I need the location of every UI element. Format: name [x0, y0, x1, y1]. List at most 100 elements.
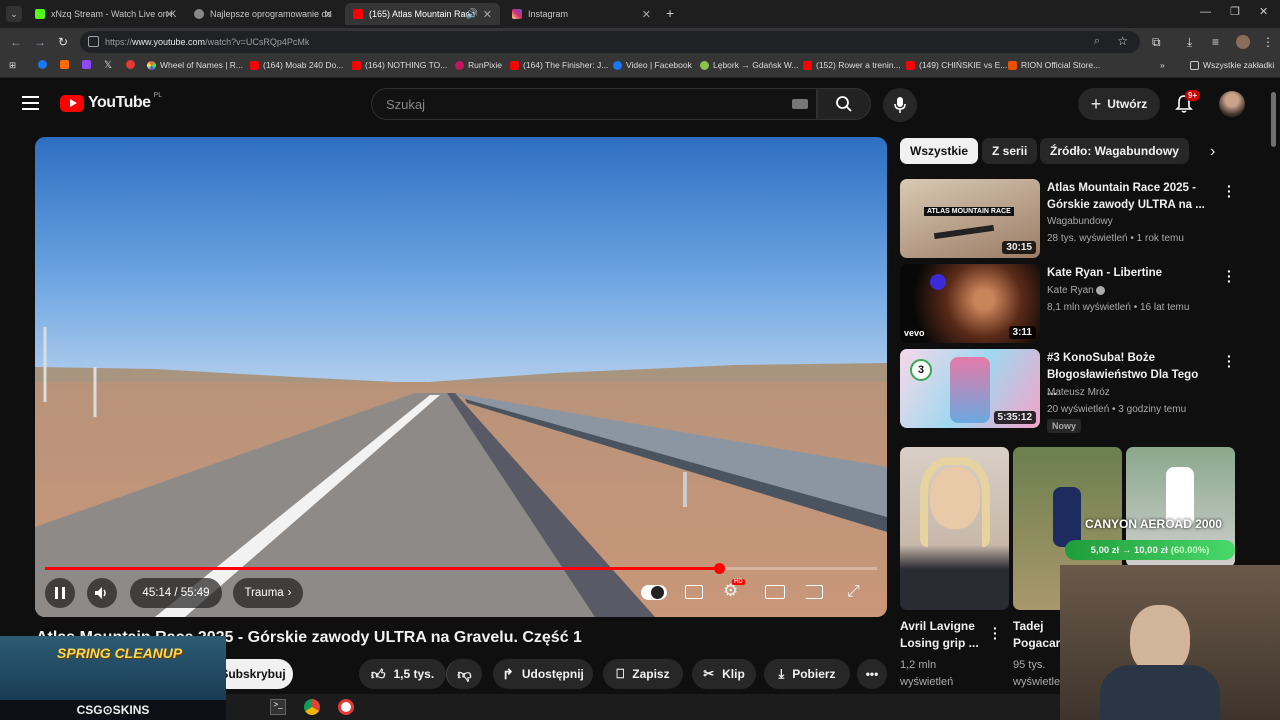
bookmark-runpixie[interactable]: RunPixie [455, 60, 502, 70]
bookmark-rion[interactable]: RION Official Store... [1008, 60, 1100, 70]
app-icon[interactable] [338, 699, 354, 715]
bookmark-lebork-gdansk[interactable]: Lębork → Gdańsk W... [700, 60, 799, 70]
site-info-icon[interactable] [88, 36, 99, 47]
bookmark-chinskie[interactable]: (149) CHIŃSKIE vs E... [906, 60, 1007, 70]
more-vertical-icon[interactable]: · · · [1227, 264, 1232, 288]
close-icon[interactable]: ✕ [642, 8, 651, 21]
download-button[interactable]: ⤓ Pobierz [764, 659, 850, 689]
voice-search-button[interactable] [883, 88, 917, 122]
channel-name[interactable]: Kate Ryan [1047, 282, 1106, 299]
bookmark-the-finisher[interactable]: (164) The Finisher: J... [510, 60, 608, 70]
video-thumbnail[interactable]: ATLAS MOUNTAIN RACE 30:15 [900, 179, 1040, 258]
hamburger-menu-icon[interactable] [22, 96, 39, 110]
short-thumbnail-avril[interactable] [900, 447, 1009, 610]
restore-button[interactable]: ❐ [1230, 5, 1240, 18]
search-icon [836, 96, 852, 112]
close-icon[interactable]: ✕ [165, 8, 174, 21]
window-close-button[interactable]: ✕ [1259, 5, 1268, 18]
youtube-header: YouTube PL Szukaj + Utwórz 9+ [0, 78, 1280, 130]
more-actions-button[interactable]: ••• [857, 659, 887, 689]
bookmark-wheel-of-names[interactable]: Wheel of Names | R... [147, 60, 243, 70]
all-bookmarks-folder[interactable]: Wszystkie zakładki [1190, 60, 1274, 70]
reload-icon[interactable]: ↻ [58, 35, 68, 49]
video-player[interactable]: 45:14 / 55:49 Trauma › ⚙ HD ⤢ [35, 137, 887, 617]
theater-mode-icon[interactable] [765, 585, 785, 599]
bookmark-nothing-to[interactable]: (164) NOTHING TO... [352, 60, 447, 70]
apps-icon[interactable]: ⊞ [9, 60, 16, 71]
progress-bar[interactable] [45, 563, 877, 574]
video-title-link[interactable]: Kate Ryan - Libertine [1047, 265, 1207, 282]
forward-icon[interactable]: → [34, 35, 46, 49]
bookmark-rower[interactable]: (152) Rower a trenin... [803, 60, 901, 70]
tab-software[interactable]: Najlepsze oprogramowanie do ✕ [186, 3, 341, 25]
profile-avatar[interactable] [1236, 35, 1250, 49]
settings-gear-icon[interactable]: ⚙ HD [723, 579, 745, 601]
dislike-button[interactable]: 👎︎ [446, 659, 482, 689]
terminal-icon[interactable]: >_ [270, 699, 286, 715]
tab-instagram[interactable]: Instagram ✕ [504, 3, 659, 25]
download-icon[interactable]: ⤓ [1187, 35, 1192, 50]
bookmark-moab[interactable]: (164) Moab 240 Do... [250, 60, 343, 70]
account-avatar[interactable] [1219, 91, 1245, 117]
bookmark-icon[interactable] [60, 60, 73, 69]
media-icon[interactable]: ≡ [1212, 35, 1219, 49]
facebook-bookmark[interactable] [38, 60, 51, 69]
pause-button[interactable] [45, 578, 75, 608]
close-icon[interactable]: ✕ [483, 8, 492, 21]
x-bookmark[interactable]: 𝕏 [104, 60, 112, 71]
chrome-icon[interactable] [304, 699, 320, 715]
extensions-icon[interactable]: ⧉ [1152, 35, 1161, 50]
chip-all[interactable]: Wszystkie [900, 138, 979, 164]
short-title[interactable]: Avril Lavigne Losing grip ... [900, 618, 990, 652]
plus-icon: + [1090, 93, 1102, 114]
hair-shape [920, 457, 990, 547]
tab-youtube[interactable]: (165) Atlas Mountain Race 🔊 ✕ [345, 3, 500, 25]
fullscreen-icon[interactable]: ⤢ [847, 583, 860, 601]
cast-icon[interactable] [805, 585, 823, 599]
create-button[interactable]: + Utwórz [1078, 88, 1160, 120]
more-vertical-icon[interactable]: · · · [1227, 179, 1232, 203]
more-vertical-icon[interactable]: · · · [1227, 349, 1232, 373]
video-title-link[interactable]: Atlas Mountain Race 2025 - Górskie zawod… [1047, 180, 1207, 214]
like-button[interactable]: 👍︎ 1,5 tys. [359, 659, 446, 689]
url-input[interactable]: https://www.youtube.com/watch?v=UCsRQp4P… [80, 31, 1140, 53]
tab-kick[interactable]: xNzq Stream - Watch Live on K ✕ [27, 3, 182, 25]
chapter-button[interactable]: Trauma › [233, 578, 303, 608]
video-thumbnail[interactable]: vevo 3:11 [900, 264, 1040, 343]
taskbar: >_ [226, 694, 1060, 720]
youtube-logo[interactable]: YouTube PL [60, 92, 162, 112]
autoplay-toggle[interactable] [641, 585, 667, 600]
search-button[interactable] [817, 88, 871, 120]
page-scrollbar[interactable] [1271, 92, 1276, 147]
keyboard-icon[interactable] [792, 99, 808, 109]
channel-name[interactable]: Wagabundowy [1047, 213, 1113, 230]
volume-button[interactable] [87, 578, 117, 608]
save-button[interactable]: ⎕ Zapisz [603, 659, 683, 689]
close-icon[interactable]: ✕ [324, 8, 333, 21]
menu-icon[interactable]: ⋮ [1262, 35, 1274, 49]
new-tab-button[interactable]: + [666, 5, 674, 21]
chip-source[interactable]: Źródło: Wagabundowy [1040, 138, 1189, 164]
clip-button[interactable]: ✂ Klip [692, 659, 756, 689]
more-vertical-icon[interactable]: · · · [993, 621, 998, 645]
more-horizontal-icon: ••• [865, 667, 879, 681]
bookmark-video-facebook[interactable]: Video | Facebook [613, 60, 692, 70]
bookmarks-overflow-icon[interactable]: » [1160, 60, 1165, 70]
chevron-right-icon[interactable]: › [1210, 143, 1215, 161]
minimize-button[interactable]: — [1200, 6, 1211, 18]
notifications-button[interactable]: 9+ [1175, 90, 1201, 119]
video-thumbnail[interactable]: 3 5:35:12 [900, 349, 1040, 428]
bookmark-star-icon[interactable]: ☆ [1117, 34, 1128, 48]
search-input[interactable]: Szukaj [371, 88, 817, 120]
speaker-icon[interactable]: 🔊 [466, 9, 478, 20]
subtitles-icon[interactable] [685, 585, 703, 599]
back-icon[interactable]: ← [10, 35, 22, 49]
share-button[interactable]: ↱ Udostępnij [493, 659, 593, 689]
bookmark-icon[interactable] [126, 60, 139, 69]
chip-series[interactable]: Z serii [982, 138, 1038, 164]
scrubber-handle[interactable] [713, 563, 725, 574]
twitch-bookmark[interactable] [82, 60, 95, 69]
tab-search-icon[interactable]: ⌄ [6, 6, 22, 22]
zoom-icon[interactable]: ⌕ [1094, 35, 1100, 48]
channel-name[interactable]: Mateusz Mróz [1047, 384, 1110, 401]
